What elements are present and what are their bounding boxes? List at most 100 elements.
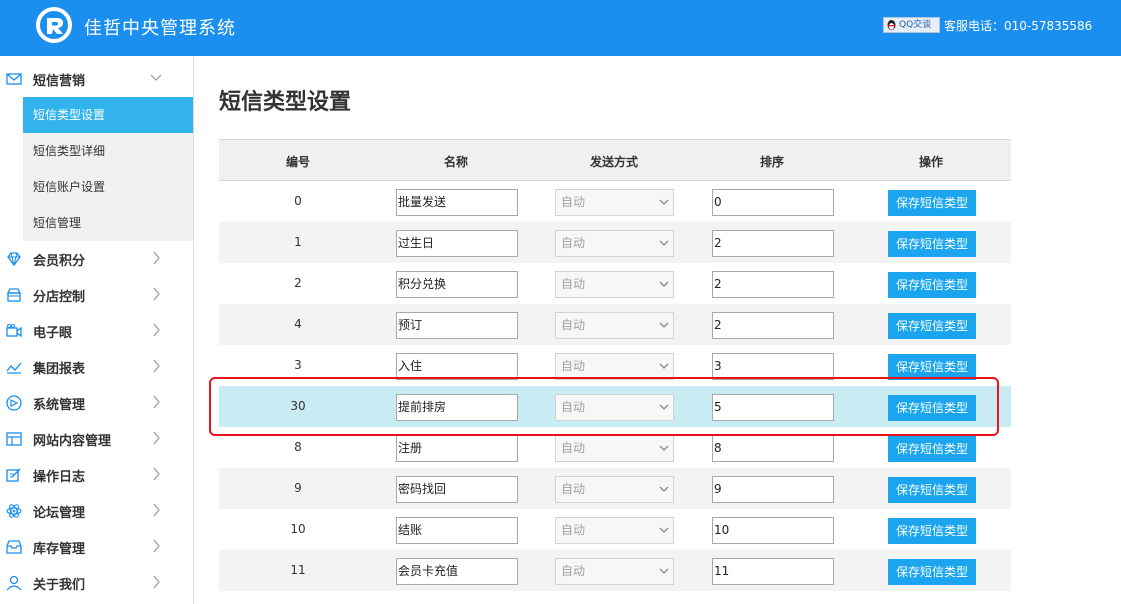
sidebar-item-6[interactable]: 系统管理: [0, 385, 193, 421]
send-mode-select[interactable]: 自动: [555, 435, 674, 462]
sidebar-item-label: 分店控制: [33, 290, 86, 305]
sort-input[interactable]: 11: [712, 558, 834, 585]
submenu-item-1[interactable]: 短信类型设置: [23, 97, 193, 133]
name-input[interactable]: 入住: [396, 353, 518, 380]
row-id: 3: [294, 358, 302, 372]
save-sms-type-button[interactable]: 保存短信类型: [888, 395, 976, 421]
save-sms-type-button[interactable]: 保存短信类型: [888, 477, 976, 503]
submenu-item-3[interactable]: 短信账户设置: [23, 169, 193, 205]
sort-input[interactable]: 10: [712, 517, 834, 544]
save-sms-type-button[interactable]: 保存短信类型: [888, 354, 976, 380]
send-mode-value: 自动: [561, 195, 586, 209]
atom-icon: [6, 504, 22, 518]
table-header: 编号 名称 发送方式 排序 操作: [219, 139, 1011, 181]
sidebar-item-label: 集团报表: [33, 362, 86, 377]
send-mode-value: 自动: [561, 359, 586, 373]
qq-chat-button[interactable]: QQ交谈: [883, 17, 940, 33]
sort-input[interactable]: 2: [712, 230, 834, 257]
send-mode-select[interactable]: 自动: [555, 271, 674, 298]
submenu-item-4[interactable]: 短信管理: [23, 205, 193, 241]
sort-input[interactable]: 5: [712, 394, 834, 421]
name-input[interactable]: 积分兑换: [396, 271, 518, 298]
row-id: 0: [294, 194, 302, 208]
chevron-down-icon: [659, 281, 669, 287]
chevron-right-icon: [153, 287, 160, 301]
name-input[interactable]: 注册: [396, 435, 518, 462]
send-mode-select[interactable]: 自动: [555, 189, 674, 216]
sort-input[interactable]: 8: [712, 435, 834, 462]
name-input[interactable]: 会员卡充值: [396, 558, 518, 585]
sort-input[interactable]: 9: [712, 476, 834, 503]
sort-input[interactable]: 3: [712, 353, 834, 380]
sort-input[interactable]: 2: [712, 312, 834, 339]
send-mode-select[interactable]: 自动: [555, 230, 674, 257]
camera-icon: [6, 324, 22, 338]
send-mode-value: 自动: [561, 523, 586, 537]
save-sms-type-button[interactable]: 保存短信类型: [888, 190, 976, 216]
sidebar-item-3[interactable]: 分店控制: [0, 277, 193, 313]
sidebar-item-2[interactable]: 会员积分: [0, 241, 193, 277]
page-title: 短信类型设置: [219, 90, 352, 115]
name-input[interactable]: 预订: [396, 312, 518, 339]
sidebar-item-7[interactable]: 网站内容管理: [0, 421, 193, 457]
save-sms-type-button[interactable]: 保存短信类型: [888, 313, 976, 339]
sidebar-item-1[interactable]: 短信营销: [0, 61, 193, 97]
send-mode-select[interactable]: 自动: [555, 476, 674, 503]
save-sms-type-button[interactable]: 保存短信类型: [888, 436, 976, 462]
send-mode-select[interactable]: 自动: [555, 394, 674, 421]
table-row: 10 结账 自动 10 保存短信类型: [219, 509, 1011, 550]
name-input[interactable]: 结账: [396, 517, 518, 544]
sidebar-item-5[interactable]: 集团报表: [0, 349, 193, 385]
name-input[interactable]: 批量发送: [396, 189, 518, 216]
column-header-id: 编号: [285, 155, 310, 169]
sidebar-item-label: 会员积分: [33, 254, 86, 269]
chevron-down-icon: [659, 568, 669, 574]
settings-circle-icon: [6, 395, 22, 411]
row-id: 10: [290, 522, 306, 536]
sidebar-item-label: 短信营销: [33, 74, 86, 89]
top-header: 佳哲中央管理系统 QQ交谈 客服电话：010-57835586: [0, 0, 1121, 56]
save-sms-type-button[interactable]: 保存短信类型: [888, 272, 976, 298]
sidebar: 短信类型设置 短信类型详细 短信账户设置 短信管理 短信营销会员积分分店控制电子眼集团…: [0, 56, 194, 604]
table-row: 8 注册 自动 8 保存短信类型: [219, 427, 1011, 468]
row-id: 9: [294, 481, 302, 495]
sidebar-item-9[interactable]: 论坛管理: [0, 493, 193, 529]
send-mode-value: 自动: [561, 441, 586, 455]
sidebar-item-10[interactable]: 库存管理: [0, 529, 193, 565]
table-row: 4 预订 自动 2 保存短信类型: [219, 304, 1011, 345]
sidebar-item-11[interactable]: 关于我们: [0, 565, 193, 601]
chevron-right-icon: [153, 539, 160, 553]
submenu-item-2[interactable]: 短信类型详细: [23, 133, 193, 169]
line-chart-icon: [6, 362, 22, 374]
sort-input[interactable]: 0: [712, 189, 834, 216]
send-mode-select[interactable]: 自动: [555, 312, 674, 339]
save-sms-type-button[interactable]: 保存短信类型: [888, 559, 976, 585]
column-header-name: 名称: [443, 155, 468, 169]
sidebar-item-8[interactable]: 操作日志: [0, 457, 193, 493]
sort-input[interactable]: 2: [712, 271, 834, 298]
name-input[interactable]: 密码找回: [396, 476, 518, 503]
row-id: 1: [294, 235, 302, 249]
sidebar-item-4[interactable]: 电子眼: [0, 313, 193, 349]
send-mode-select[interactable]: 自动: [555, 353, 674, 380]
sidebar-item-label: 网站内容管理: [33, 434, 112, 449]
send-mode-select[interactable]: 自动: [555, 517, 674, 544]
table-row: 1 过生日 自动 2 保存短信类型: [219, 222, 1011, 263]
chevron-right-icon: [153, 503, 160, 517]
save-sms-type-button[interactable]: 保存短信类型: [888, 518, 976, 544]
inbox-icon: [6, 540, 22, 554]
chevron-right-icon: [153, 395, 160, 409]
name-input[interactable]: 提前排房: [396, 394, 518, 421]
edit-log-icon: [6, 468, 21, 482]
sms-submenu: 短信类型设置 短信类型详细 短信账户设置 短信管理: [23, 97, 193, 241]
save-sms-type-button[interactable]: 保存短信类型: [888, 231, 976, 257]
send-mode-value: 自动: [561, 236, 586, 250]
chevron-right-icon: [153, 359, 160, 373]
send-mode-select[interactable]: 自动: [555, 558, 674, 585]
sidebar-item-label: 操作日志: [33, 470, 86, 485]
table-row: 2 积分兑换 自动 2 保存短信类型: [219, 263, 1011, 304]
chevron-right-icon: [153, 251, 160, 265]
chevron-right-icon: [153, 467, 160, 481]
sidebar-item-label: 系统管理: [33, 398, 86, 413]
name-input[interactable]: 过生日: [396, 230, 518, 257]
